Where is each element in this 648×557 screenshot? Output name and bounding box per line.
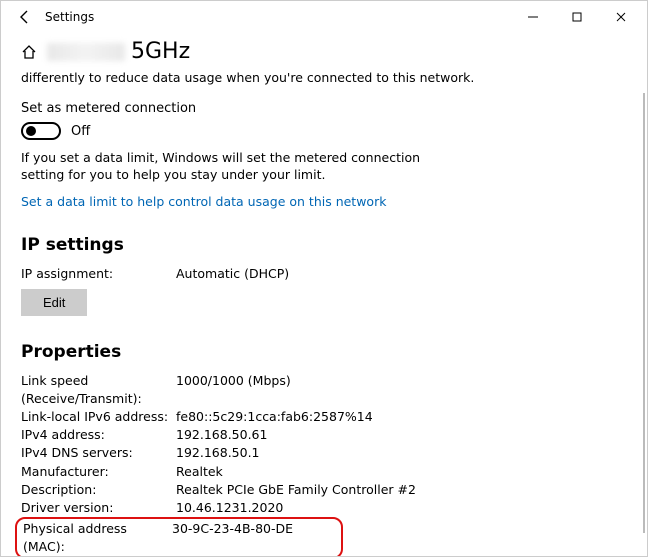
data-limit-link[interactable]: Set a data limit to help control data us… <box>21 194 627 209</box>
property-value: Realtek PCIe GbE Family Controller #2 <box>176 481 416 499</box>
property-label: IPv4 address: <box>21 426 176 444</box>
properties-list: Link speed (Receive/Transmit):1000/1000 … <box>21 372 627 517</box>
metered-toggle-row: Off <box>21 122 627 140</box>
truncated-description: differently to reduce data usage when yo… <box>21 70 627 85</box>
property-row: Description:Realtek PCIe GbE Family Cont… <box>21 481 627 499</box>
property-row: Link speed (Receive/Transmit):1000/1000 … <box>21 372 627 408</box>
title-bar: Settings <box>1 1 647 33</box>
properties-heading: Properties <box>21 342 627 362</box>
ip-settings-heading: IP settings <box>21 235 627 255</box>
property-value: 1000/1000 (Mbps) <box>176 372 291 408</box>
property-value: fe80::5c29:1cca:fab6:2587%14 <box>176 408 373 426</box>
back-button[interactable] <box>13 9 37 25</box>
mac-label: Physical address (MAC): <box>23 520 172 556</box>
property-value: 192.168.50.61 <box>176 426 267 444</box>
property-label: IPv4 DNS servers: <box>21 444 176 462</box>
window-controls <box>511 1 643 33</box>
property-label: Description: <box>21 481 176 499</box>
property-row: Driver version:10.46.1231.2020 <box>21 499 627 517</box>
metered-label: Set as metered connection <box>21 101 627 116</box>
property-value: 10.46.1231.2020 <box>176 499 283 517</box>
mac-address-row: Physical address (MAC): 30-9C-23-4B-80-D… <box>15 517 343 556</box>
ip-assignment-label: IP assignment: <box>21 265 176 283</box>
metered-help-text: If you set a data limit, Windows will se… <box>21 150 441 184</box>
page-title: 5GHz <box>131 39 190 64</box>
property-row: Manufacturer:Realtek <box>21 463 627 481</box>
property-label: Driver version: <box>21 499 176 517</box>
close-button[interactable] <box>599 1 643 33</box>
edit-button[interactable]: Edit <box>21 289 87 316</box>
network-name-redacted <box>47 43 125 61</box>
scrollbar-thumb[interactable] <box>643 93 645 533</box>
property-row: IPv4 DNS servers:192.168.50.1 <box>21 444 627 462</box>
minimize-button[interactable] <box>511 1 555 33</box>
window-title: Settings <box>45 10 94 24</box>
metered-toggle[interactable] <box>21 122 61 140</box>
property-label: Link speed (Receive/Transmit): <box>21 372 176 408</box>
property-value: Realtek <box>176 463 223 481</box>
ip-assignment-value: Automatic (DHCP) <box>176 265 289 283</box>
ip-assignment-row: IP assignment: Automatic (DHCP) <box>21 265 627 283</box>
content-area: 5GHz differently to reduce data usage wh… <box>1 33 647 556</box>
home-icon[interactable] <box>21 44 37 60</box>
mac-value: 30-9C-23-4B-80-DE <box>172 520 293 556</box>
property-row: Link-local IPv6 address:fe80::5c29:1cca:… <box>21 408 627 426</box>
maximize-button[interactable] <box>555 1 599 33</box>
metered-toggle-state: Off <box>71 124 90 139</box>
property-row: IPv4 address:192.168.50.61 <box>21 426 627 444</box>
property-value: 192.168.50.1 <box>176 444 260 462</box>
property-label: Manufacturer: <box>21 463 176 481</box>
property-label: Link-local IPv6 address: <box>21 408 176 426</box>
page-header: 5GHz <box>21 39 627 64</box>
